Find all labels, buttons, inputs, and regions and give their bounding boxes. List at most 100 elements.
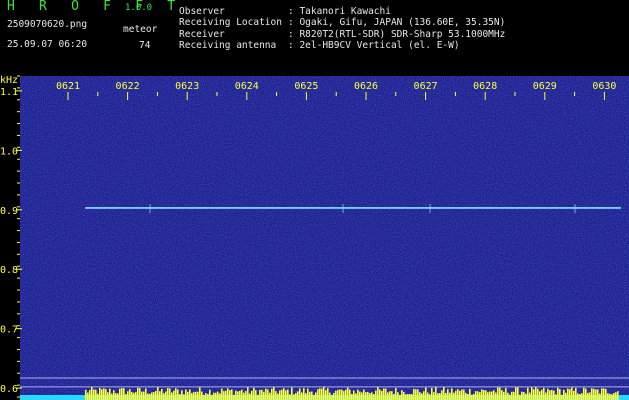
level-bar <box>97 393 99 400</box>
level-bar <box>147 393 149 400</box>
level-bar <box>319 388 321 400</box>
level-bar <box>235 390 237 400</box>
level-bar <box>317 389 319 400</box>
level-bar <box>561 394 563 400</box>
level-bar <box>521 391 523 400</box>
level-bar <box>243 392 245 400</box>
level-bar <box>255 390 257 400</box>
level-bar <box>125 394 127 400</box>
level-bar <box>129 389 131 400</box>
level-bar <box>209 389 211 400</box>
level-bar <box>555 394 557 400</box>
time-tick-label: 0628 <box>473 81 497 92</box>
level-bar <box>579 394 581 400</box>
frequency-tick-label: 0.9 <box>0 206 18 217</box>
level-bar <box>117 393 119 400</box>
level-bar <box>187 391 189 400</box>
level-bar <box>451 388 453 400</box>
level-bar <box>449 392 451 400</box>
level-bar <box>303 388 305 400</box>
level-bar <box>295 393 297 400</box>
level-bar <box>281 389 283 400</box>
level-bar <box>245 391 247 400</box>
level-bar <box>269 392 271 400</box>
level-bar <box>425 387 427 400</box>
level-bar <box>583 387 585 400</box>
level-bar <box>219 393 221 400</box>
level-bar <box>587 392 589 400</box>
level-bar <box>361 392 363 400</box>
level-bar <box>241 389 243 400</box>
level-bar <box>471 394 473 400</box>
level-bar <box>109 388 111 400</box>
level-bar <box>347 387 349 400</box>
level-bar <box>613 393 615 400</box>
level-bar <box>591 388 593 400</box>
level-bar <box>99 387 101 400</box>
level-bar <box>167 388 169 400</box>
level-bar <box>589 392 591 400</box>
time-tick-label: 0629 <box>533 81 557 92</box>
level-bar <box>417 389 419 400</box>
level-bar <box>397 392 399 400</box>
level-bar <box>229 390 231 400</box>
level-bar <box>423 391 425 400</box>
level-bar <box>411 394 413 400</box>
level-bar <box>329 392 331 400</box>
level-bar <box>479 392 481 400</box>
level-bar <box>457 389 459 400</box>
level-bar <box>233 394 235 400</box>
level-bar <box>513 391 515 400</box>
level-bar <box>151 392 153 400</box>
level-bar <box>377 387 379 400</box>
level-bar <box>287 389 289 400</box>
level-bar <box>381 390 383 400</box>
frequency-tick-label: 0.8 <box>0 265 18 276</box>
level-bar <box>127 391 129 400</box>
level-bar <box>157 387 159 400</box>
level-bar <box>311 391 313 400</box>
level-bar <box>197 391 199 400</box>
level-bar <box>475 391 477 400</box>
level-bar <box>237 391 239 400</box>
level-bar <box>273 387 275 400</box>
level-bar <box>213 392 215 400</box>
level-bar <box>467 393 469 400</box>
level-bar <box>605 388 607 400</box>
level-bar <box>567 388 569 400</box>
level-bar <box>289 394 291 400</box>
level-bar <box>279 390 281 400</box>
level-bar <box>493 390 495 400</box>
level-bar <box>217 391 219 400</box>
level-bar <box>603 388 605 400</box>
level-bar <box>539 391 541 400</box>
level-bar <box>179 394 181 400</box>
level-bar <box>533 389 535 400</box>
level-bar <box>575 387 577 400</box>
level-bar <box>343 391 345 400</box>
level-bar <box>401 390 403 400</box>
frequency-tick-label: 0.7 <box>0 325 18 336</box>
time-tick-label: 0627 <box>414 81 438 92</box>
level-bar <box>165 391 167 400</box>
frequency-axis: 1.1 1.0 0.9 0.8 0.7 0.6 <box>0 75 22 398</box>
level-bar <box>307 388 309 400</box>
level-bar <box>549 390 551 400</box>
level-bar <box>139 388 141 400</box>
level-bar <box>177 389 179 400</box>
level-bar <box>355 393 357 400</box>
level-bar <box>341 389 343 400</box>
spectrogram: kHz 0621 0622 0623 0624 0625 0626 0627 0628 0629… <box>0 75 629 400</box>
hrofft-window: H R O F F T 1.0.0 2509070620.png 25.09.0… <box>0 0 629 400</box>
level-bar <box>323 387 325 400</box>
level-bar <box>239 390 241 400</box>
level-bar <box>163 393 165 400</box>
level-bar <box>585 388 587 400</box>
level-bar <box>441 390 443 400</box>
level-bar <box>313 394 315 400</box>
level-bar <box>191 392 193 400</box>
level-bar <box>595 389 597 400</box>
level-bar <box>481 389 483 400</box>
level-bar <box>257 394 259 400</box>
level-bar <box>507 392 509 400</box>
